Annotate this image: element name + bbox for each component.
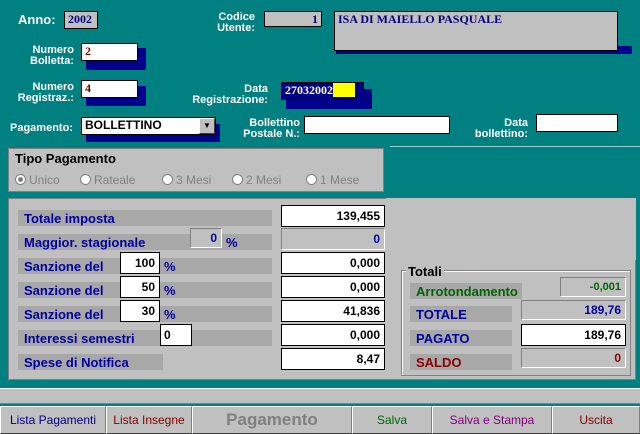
radio-icon <box>306 174 317 185</box>
pct-symbol: % <box>164 259 176 274</box>
sanzione-100-label: Sanzione del <box>24 259 104 274</box>
chevron-down-icon[interactable]: ▼ <box>199 118 215 134</box>
sanzione-50-label: Sanzione del <box>24 283 104 298</box>
salva-button[interactable]: Salva <box>352 406 432 434</box>
imposte-panel-right <box>386 198 636 260</box>
sanzione-100-pct-field[interactable]: 100 <box>120 252 160 274</box>
interessi-value-field[interactable]: 0,000 <box>281 324 385 346</box>
sanzione-30-pct-field[interactable]: 30 <box>120 300 160 322</box>
sanzione-30-value-field[interactable]: 41,836 <box>281 300 385 322</box>
data-bollettino-label: Data bollettino: <box>474 117 528 140</box>
arrotondamento-label: Arrotondamento <box>416 284 518 299</box>
radio-icon <box>162 174 173 185</box>
sanzione-100-value-field[interactable]: 0,000 <box>281 252 385 274</box>
radio-unico[interactable]: Unico <box>15 173 60 187</box>
status-bar <box>0 388 640 404</box>
sanzione-50-value-field[interactable]: 0,000 <box>281 276 385 298</box>
anno-field[interactable]: 2002 <box>64 11 98 29</box>
radio-icon <box>80 174 91 185</box>
totale-imposta-field[interactable]: 139,455 <box>281 205 385 227</box>
pagamento-select[interactable]: BOLLETTINO <box>81 117 216 135</box>
numero-bolletta-label: Numero Bolletta: <box>30 44 74 67</box>
pagamento-tab-button[interactable]: Pagamento <box>192 406 352 434</box>
numero-registraz-field[interactable]: 4 <box>81 80 138 98</box>
interessi-semestri-count-field[interactable]: 0 <box>160 324 192 346</box>
maggior-stagionale-label: Maggior. stagionale <box>24 235 146 250</box>
totali-title: Totali <box>406 264 444 279</box>
spese-notifica-field[interactable]: 8,47 <box>281 348 385 370</box>
data-registrazione-field[interactable]: 27032002 <box>281 82 364 100</box>
radio-3-mesi[interactable]: 3 Mesi <box>162 173 211 187</box>
totale-imposta-label: Totale imposta <box>24 211 115 226</box>
date-highlight <box>333 83 355 97</box>
pagamento-label: Pagamento: <box>10 122 73 134</box>
salva-stampa-button[interactable]: Salva e Stampa <box>432 406 552 434</box>
radio-rateale[interactable]: Rateale <box>80 173 135 187</box>
separator-line <box>390 146 640 147</box>
radio-icon <box>232 174 243 185</box>
maggior-pct-field[interactable]: 0 <box>190 228 222 248</box>
sanzione-50-pct-field[interactable]: 50 <box>120 276 160 298</box>
lista-insegne-button[interactable]: Lista Insegne <box>106 406 192 434</box>
codice-utente-field[interactable]: 1 <box>264 11 322 27</box>
numero-registraz-label: Numero Registraz.: <box>17 81 74 104</box>
anno-label: Anno: <box>18 12 56 27</box>
data-bollettino-field[interactable] <box>536 114 618 132</box>
totale-field: 189,76 <box>521 300 626 320</box>
pct-symbol: % <box>164 307 176 322</box>
tipo-pagamento-title: Tipo Pagamento <box>15 151 116 166</box>
radio-2-mesi[interactable]: 2 Mesi <box>232 173 281 187</box>
bollettino-field[interactable] <box>304 116 450 134</box>
utente-name-field: ISA DI MAIELLO PASQUALE <box>334 11 618 51</box>
pct-symbol: % <box>164 283 176 298</box>
pagato-field[interactable]: 189,76 <box>521 324 626 346</box>
radio-selected-icon <box>15 174 26 185</box>
sanzione-30-label: Sanzione del <box>24 307 104 322</box>
totale-label: TOTALE <box>416 307 467 322</box>
radio-1-mese[interactable]: 1 Mese <box>306 173 359 187</box>
arrotondamento-field: -0,001 <box>560 277 626 297</box>
data-registrazione-label: Data Registrazione: <box>192 83 268 106</box>
interessi-semestri-label: Interessi semestri <box>24 331 135 346</box>
pct-symbol: % <box>226 235 238 250</box>
bollettino-label: Bollettino Postale N.: <box>243 117 300 140</box>
numero-bolletta-field[interactable]: 2 <box>81 43 138 61</box>
lista-pagamenti-button[interactable]: Lista Pagamenti <box>0 406 106 434</box>
uscita-button[interactable]: Uscita <box>552 406 640 434</box>
saldo-field: 0 <box>521 348 626 368</box>
codice-label: Codice Utente: <box>217 11 255 34</box>
spese-notifica-label: Spese di Notifica <box>24 355 129 370</box>
pagato-label: PAGATO <box>416 331 470 346</box>
maggior-value-field[interactable]: 0 <box>281 228 385 250</box>
saldo-label: SALDO <box>416 355 462 370</box>
